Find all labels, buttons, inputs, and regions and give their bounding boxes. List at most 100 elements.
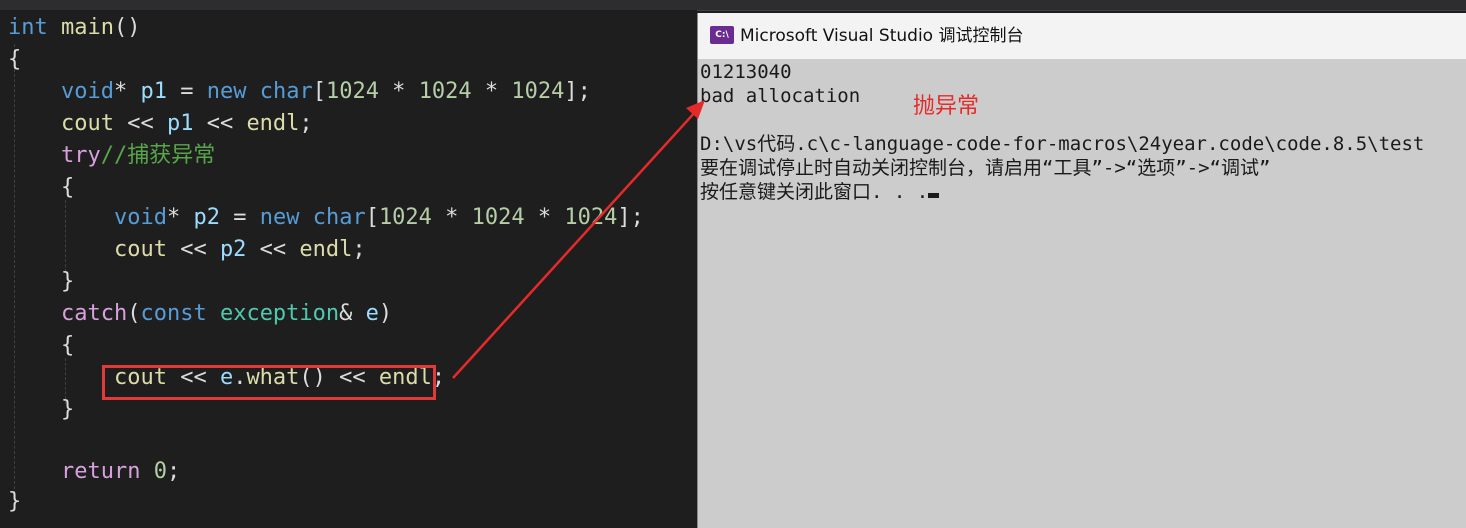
code-token: * <box>113 79 141 104</box>
code-token: ; <box>166 459 181 484</box>
annotation-label: 抛异常 <box>913 94 980 119</box>
code-token: 1024 <box>418 79 472 104</box>
code-token: & <box>339 301 366 326</box>
code-line: return 0; <box>8 456 180 488</box>
console-line: 按任意键关闭此窗口. . . <box>700 180 940 204</box>
code-token: ; <box>299 111 313 136</box>
code-token: new <box>259 205 300 230</box>
highlight-box <box>102 365 436 400</box>
code-token: endl <box>299 237 353 262</box>
code-token: = <box>166 79 207 104</box>
console-line: 要在调试停止时自动关闭控制台，请启用“工具”->“选项”->“调试” <box>700 157 1271 179</box>
code-token: endl <box>246 111 300 136</box>
code-line: { <box>8 172 74 204</box>
code-line: cout << p1 << endl; <box>8 108 313 140</box>
code-token: ) <box>378 301 393 326</box>
code-line: void* p2 = new char[1024 * 1024 * 1024]; <box>8 202 644 234</box>
code-token: cout <box>60 111 114 136</box>
code-token: * <box>524 205 565 230</box>
code-line: { <box>8 330 74 362</box>
code-line: cout << p2 << endl; <box>8 234 366 266</box>
code-token: ( <box>127 301 141 326</box>
code-token: char <box>259 79 313 104</box>
code-token: p1 <box>166 111 194 136</box>
code-token: 1024 <box>511 79 565 104</box>
code-token: void <box>60 79 114 104</box>
code-token: { <box>8 47 22 72</box>
code-token: } <box>8 397 75 422</box>
code-line: try//捕获异常 <box>8 140 215 172</box>
code-token: 1024 <box>564 205 618 230</box>
code-token: * <box>431 205 472 230</box>
console-line: bad allocation <box>700 85 861 107</box>
console-title: Microsoft Visual Studio 调试控制台 <box>740 26 1024 46</box>
code-token: try <box>60 143 101 168</box>
code-line: } <box>8 394 74 426</box>
code-line: catch(const exception& e) <box>8 298 392 330</box>
code-token: char <box>312 205 366 230</box>
code-token: //捕获异常 <box>100 143 216 168</box>
code-line: } <box>8 266 74 298</box>
console-app-icon: C:\ <box>710 26 734 44</box>
code-token: p1 <box>140 79 167 104</box>
code-token: << <box>166 237 220 262</box>
debug-console-window[interactable]: C:\ Microsoft Visual Studio 调试控制台 012130… <box>697 13 1466 528</box>
code-token: ]; <box>564 79 591 104</box>
code-token: ]; <box>617 205 644 230</box>
code-token: const <box>140 301 207 326</box>
code-token: [ <box>365 205 379 230</box>
code-token: exception <box>219 301 340 326</box>
code-token: cout <box>113 237 167 262</box>
console-line: D:\vs代码.c\c-language-code-for-macros\24y… <box>700 133 1425 155</box>
code-token: p2 <box>219 237 247 262</box>
code-token: } <box>8 269 75 294</box>
code-token: int <box>8 15 48 40</box>
code-token: * <box>378 79 419 104</box>
code-token: } <box>8 489 22 514</box>
code-token: void <box>113 205 167 230</box>
code-token: * <box>471 79 512 104</box>
code-token: * <box>166 205 194 230</box>
code-token: main <box>61 15 114 40</box>
code-token: return <box>60 459 141 484</box>
code-editor[interactable]: int main(){ void* p1 = new char[1024 * 1… <box>0 10 697 528</box>
code-token: 1024 <box>471 205 525 230</box>
code-line: void* p1 = new char[1024 * 1024 * 1024]; <box>8 76 591 108</box>
code-line: int main() <box>8 12 140 44</box>
console-prompt-text: 按任意键关闭此窗口. . . <box>700 181 929 203</box>
text-cursor <box>928 193 940 198</box>
code-token: << <box>193 111 247 136</box>
code-token: 1024 <box>325 79 379 104</box>
code-token: 1024 <box>378 205 432 230</box>
code-token: p2 <box>193 205 220 230</box>
code-token: { <box>8 333 75 358</box>
code-token: { <box>8 175 75 200</box>
console-line: 01213040 <box>700 61 792 83</box>
code-token: [ <box>312 79 326 104</box>
code-token: new <box>206 79 247 104</box>
code-token: e <box>365 301 379 326</box>
code-token: 0 <box>153 459 167 484</box>
code-token: << <box>113 111 167 136</box>
console-title-bar[interactable]: C:\ Microsoft Visual Studio 调试控制台 <box>698 13 1466 59</box>
code-token: () <box>113 15 141 40</box>
code-token: = <box>219 205 260 230</box>
code-token: ; <box>352 237 366 262</box>
code-token: << <box>246 237 300 262</box>
code-token: catch <box>60 301 128 326</box>
code-line: { <box>8 44 21 76</box>
code-line: } <box>8 486 21 518</box>
